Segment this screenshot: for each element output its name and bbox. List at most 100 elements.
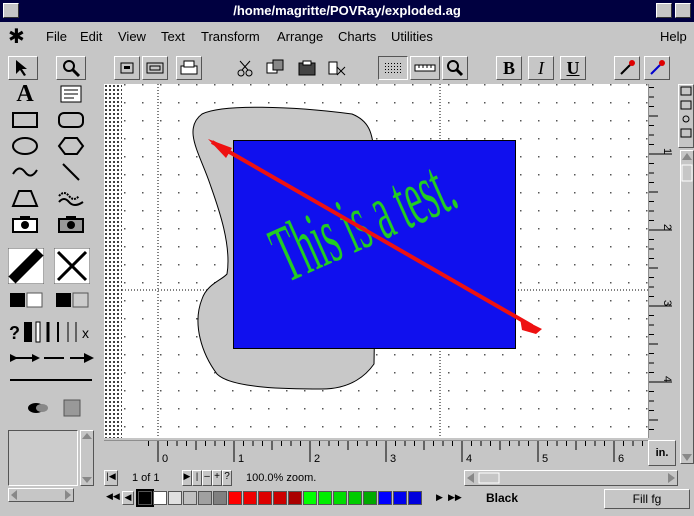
menu-arrange[interactable]: Arrange — [277, 29, 323, 44]
italic-button[interactable]: I — [528, 56, 554, 80]
fill-pattern-swatch[interactable] — [56, 292, 90, 308]
copy-icon[interactable] — [262, 56, 288, 80]
zoom-out-button[interactable]: – — [202, 470, 212, 486]
magnify-tool-icon[interactable] — [56, 56, 86, 80]
red-arrow[interactable] — [122, 84, 648, 438]
paste-icon[interactable] — [294, 56, 320, 80]
color-swatch[interactable] — [136, 489, 154, 507]
view-buttons[interactable] — [678, 84, 694, 148]
palette-next-icon[interactable]: ▶ — [436, 492, 443, 503]
menu-edit[interactable]: Edit — [80, 29, 102, 44]
menu-text[interactable]: Text — [161, 29, 185, 44]
color-swatch[interactable] — [183, 491, 197, 505]
color-swatch[interactable] — [333, 491, 347, 505]
app-logo-icon[interactable]: ✱ — [8, 24, 25, 49]
arrow-style-selector[interactable] — [8, 350, 94, 366]
status-bar: |◀ 1 of 1 ▶ | – + ? 100.0% zoom. — [104, 470, 678, 486]
zoom-level: 100.0% zoom. — [246, 472, 317, 484]
fill-mode-button[interactable]: Fill fg — [604, 489, 690, 509]
ellipse-tool-icon[interactable] — [10, 134, 40, 158]
text-tool[interactable]: A — [10, 81, 40, 107]
color-swatch[interactable] — [318, 491, 332, 505]
color-swatch[interactable] — [243, 491, 257, 505]
line-tool-icon[interactable] — [56, 160, 86, 184]
menu-utilities[interactable]: Utilities — [391, 29, 433, 44]
menu-file[interactable]: File — [46, 29, 67, 44]
grid-toggle-icon[interactable] — [378, 56, 408, 80]
next-page-button[interactable]: ▶ — [182, 470, 192, 486]
rounded-rect-tool-icon[interactable] — [56, 108, 86, 132]
camera-alt-tool-icon[interactable] — [56, 212, 86, 236]
menu-help[interactable]: Help — [660, 29, 687, 44]
freehand-poly-tool-icon[interactable] — [10, 186, 40, 210]
freehand-curve-tool-icon[interactable] — [56, 186, 86, 210]
curve-tool-icon[interactable] — [10, 160, 40, 184]
camera-tool-icon[interactable] — [10, 212, 40, 236]
ruler-label: 4 — [466, 453, 472, 465]
frame-icon[interactable] — [142, 56, 168, 80]
color-swatch[interactable] — [213, 491, 227, 505]
print-icon[interactable] — [176, 56, 202, 80]
first-page-button[interactable]: |◀ — [104, 470, 118, 486]
color-swatch[interactable] — [228, 491, 242, 505]
palette-scroll-right-icon[interactable]: ▶▶ — [448, 492, 462, 503]
preview-scrollbar[interactable] — [80, 430, 94, 486]
window-menu-button[interactable] — [3, 3, 19, 18]
page-icon[interactable] — [114, 56, 140, 80]
line-style-selector[interactable]: ? x — [8, 320, 94, 344]
clear-icon[interactable] — [324, 56, 350, 80]
color-swatch[interactable] — [273, 491, 287, 505]
no-line-icon[interactable] — [54, 248, 90, 284]
color-swatch[interactable] — [408, 491, 422, 505]
color-swatch[interactable] — [168, 491, 182, 505]
menu-charts[interactable]: Charts — [338, 29, 376, 44]
menu-transform[interactable]: Transform — [201, 29, 260, 44]
vertical-ruler: 1 2 3 4 — [647, 84, 678, 438]
ruler-label: 2 — [314, 453, 320, 465]
color-swatch[interactable] — [153, 491, 167, 505]
line-width-icon[interactable] — [8, 248, 44, 284]
menu-bar: ✱ File Edit View Text Transform Arrange … — [0, 22, 694, 52]
palette-prev-icon[interactable]: ◀ — [122, 491, 134, 505]
ruler-label: 6 — [618, 453, 624, 465]
color-swatch[interactable] — [378, 491, 392, 505]
color-swatch[interactable] — [393, 491, 407, 505]
zoom-icon[interactable] — [442, 56, 468, 80]
eyedropper-bg-icon[interactable] — [644, 56, 670, 80]
color-swatch[interactable] — [288, 491, 302, 505]
shadow-toggle[interactable] — [26, 398, 84, 418]
palette-scroll-left-icon[interactable]: ◀◀ — [106, 491, 120, 502]
maximize-button[interactable] — [675, 3, 691, 18]
select-arrow-icon[interactable] — [8, 56, 38, 80]
fg-bg-swatch[interactable] — [10, 292, 44, 308]
zoom-in-button[interactable]: + — [212, 470, 222, 486]
bold-button[interactable]: B — [496, 56, 522, 80]
underline-button[interactable]: U — [560, 56, 586, 80]
current-color-name: Black — [486, 491, 519, 505]
page-indicator: 1 of 1 — [132, 472, 160, 484]
preview-hscrollbar[interactable] — [8, 488, 74, 502]
ruler-toggle-icon[interactable] — [410, 56, 440, 80]
window-title: /home/magritte/POVRay/exploded.ag — [233, 3, 461, 18]
zoom-help-button[interactable]: ? — [222, 470, 232, 486]
color-swatch[interactable] — [303, 491, 317, 505]
last-page-button[interactable]: | — [192, 470, 202, 486]
color-swatch[interactable] — [258, 491, 272, 505]
ruler-label: 1 — [238, 453, 244, 465]
color-swatch[interactable] — [348, 491, 362, 505]
color-swatch[interactable] — [198, 491, 212, 505]
menu-view[interactable]: View — [118, 29, 146, 44]
rectangle-tool-icon[interactable] — [10, 108, 40, 132]
units-button[interactable]: in. — [648, 440, 676, 466]
ruler-label: 3 — [661, 300, 673, 306]
minimize-button[interactable] — [656, 3, 672, 18]
horizontal-scrollbar[interactable] — [464, 470, 678, 486]
color-swatch[interactable] — [363, 491, 377, 505]
paragraph-tool-icon[interactable] — [56, 82, 86, 106]
line-thickness-selector[interactable] — [8, 374, 94, 386]
eyedropper-fg-icon[interactable] — [614, 56, 640, 80]
cut-icon[interactable] — [232, 56, 258, 80]
vertical-scrollbar[interactable] — [680, 150, 694, 464]
drawing-canvas[interactable]: This is a test. — [122, 84, 648, 438]
polygon-tool-icon[interactable] — [56, 134, 86, 158]
